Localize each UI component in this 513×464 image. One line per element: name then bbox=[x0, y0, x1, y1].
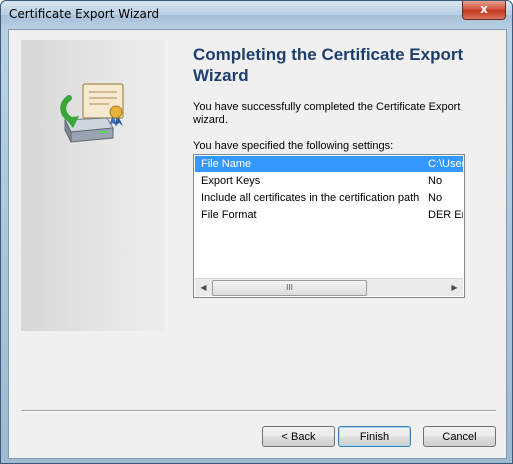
settings-label: You have specified the following setting… bbox=[193, 140, 394, 152]
scroll-right-arrow-icon[interactable]: ▶ bbox=[446, 279, 463, 296]
horizontal-scrollbar[interactable]: ◀ III ▶ bbox=[195, 278, 463, 296]
certificate-export-icon bbox=[60, 83, 124, 143]
setting-value: No bbox=[428, 192, 443, 204]
close-icon: x bbox=[480, 2, 488, 16]
setting-name: Export Keys bbox=[201, 175, 261, 187]
settings-row-include-certificates[interactable]: Include all certificates in the certific… bbox=[195, 190, 463, 206]
title-bar[interactable]: Certificate Export Wizard x bbox=[1, 1, 512, 29]
settings-list[interactable]: File Name C:\Users Export Keys No Includ… bbox=[193, 154, 465, 298]
wizard-window: Certificate Export Wizard x Completing t… bbox=[0, 0, 513, 464]
finish-button[interactable]: Finish bbox=[338, 426, 411, 447]
setting-name: Include all certificates in the certific… bbox=[201, 192, 420, 204]
settings-row-file-format[interactable]: File Format DER Enc bbox=[195, 207, 463, 223]
completion-description: You have successfully completed the Cert… bbox=[193, 101, 461, 126]
window-title: Certificate Export Wizard bbox=[9, 7, 160, 21]
setting-value: C:\Users bbox=[428, 158, 463, 170]
settings-row-export-keys[interactable]: Export Keys No bbox=[195, 173, 463, 189]
cancel-button[interactable]: Cancel bbox=[423, 426, 496, 447]
wizard-client-area: Completing the Certificate Export Wizard… bbox=[8, 29, 507, 459]
wizard-side-panel bbox=[21, 40, 165, 331]
close-button[interactable]: x bbox=[462, 1, 506, 20]
setting-value: DER Enc bbox=[428, 209, 463, 221]
button-separator bbox=[21, 410, 496, 412]
page-title: Completing the Certificate Export Wizard bbox=[193, 45, 464, 85]
setting-value: No bbox=[428, 175, 443, 187]
settings-row-file-name[interactable]: File Name C:\Users bbox=[195, 156, 463, 172]
scroll-thumb[interactable]: III bbox=[212, 280, 367, 296]
setting-name: File Format bbox=[201, 209, 257, 221]
back-button[interactable]: < Back bbox=[262, 426, 335, 447]
setting-name: File Name bbox=[201, 158, 252, 170]
scroll-left-arrow-icon[interactable]: ◀ bbox=[195, 279, 212, 296]
